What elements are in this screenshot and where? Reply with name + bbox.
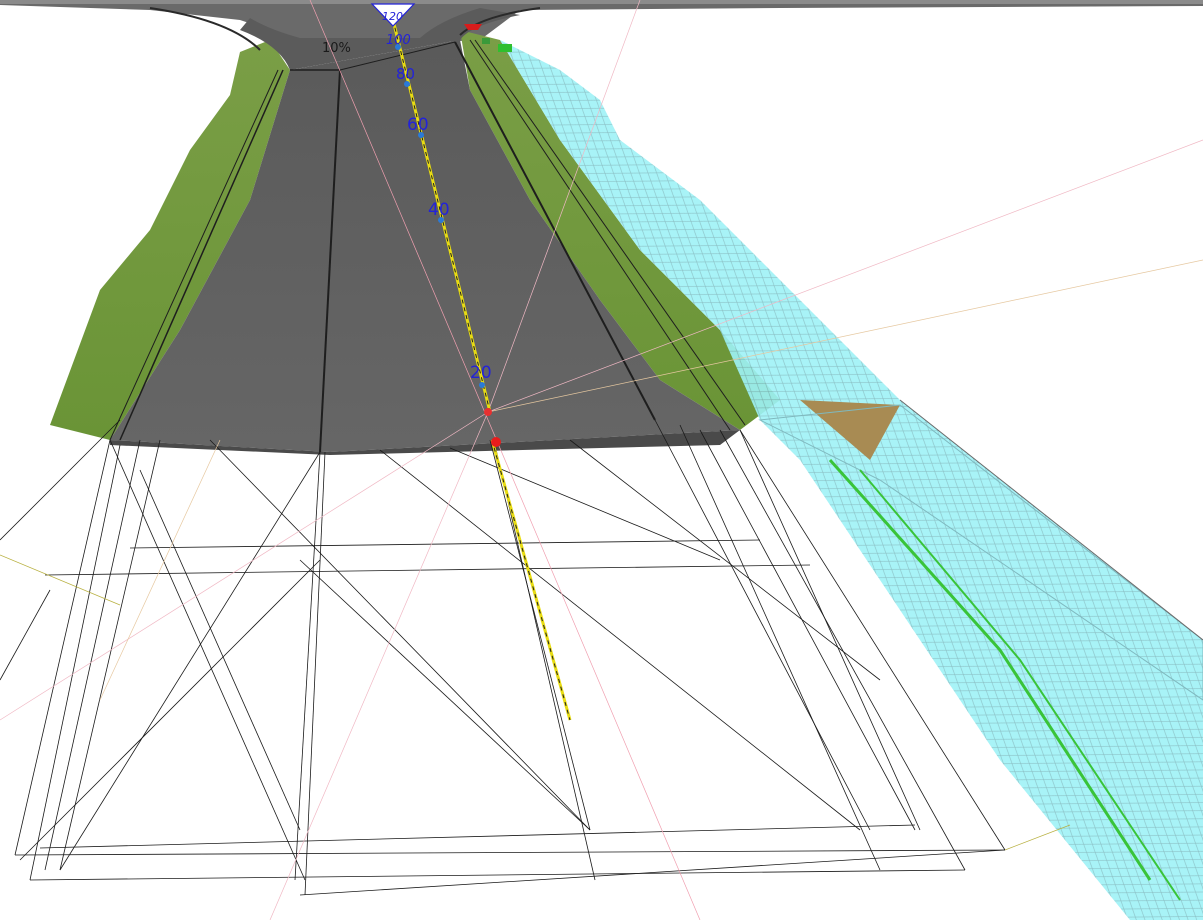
pi-point[interactable] <box>484 408 492 416</box>
red-point[interactable] <box>491 437 501 447</box>
station-label-60: 60 <box>407 115 429 135</box>
station-60[interactable]: 60 <box>407 115 429 138</box>
far-intersection <box>0 0 1203 42</box>
station-40[interactable]: 40 <box>428 200 450 223</box>
small-green-marker <box>482 38 490 44</box>
station-label-40: 40 <box>428 200 450 220</box>
3d-viewport[interactable]: 120 100 80 60 40 20 10% <box>0 0 1203 920</box>
existing-ground-mesh <box>500 40 1203 920</box>
green-marker[interactable] <box>498 44 512 52</box>
grade-label: 10% <box>322 41 351 56</box>
station-label-80: 80 <box>396 65 415 83</box>
station-label-100: 100 <box>386 33 411 48</box>
road-model-scene[interactable]: 120 100 80 60 40 20 10% <box>0 0 1203 920</box>
station-label-120: 120 <box>382 10 403 23</box>
station-label-20: 20 <box>470 363 492 383</box>
station-100[interactable]: 100 <box>386 33 411 50</box>
